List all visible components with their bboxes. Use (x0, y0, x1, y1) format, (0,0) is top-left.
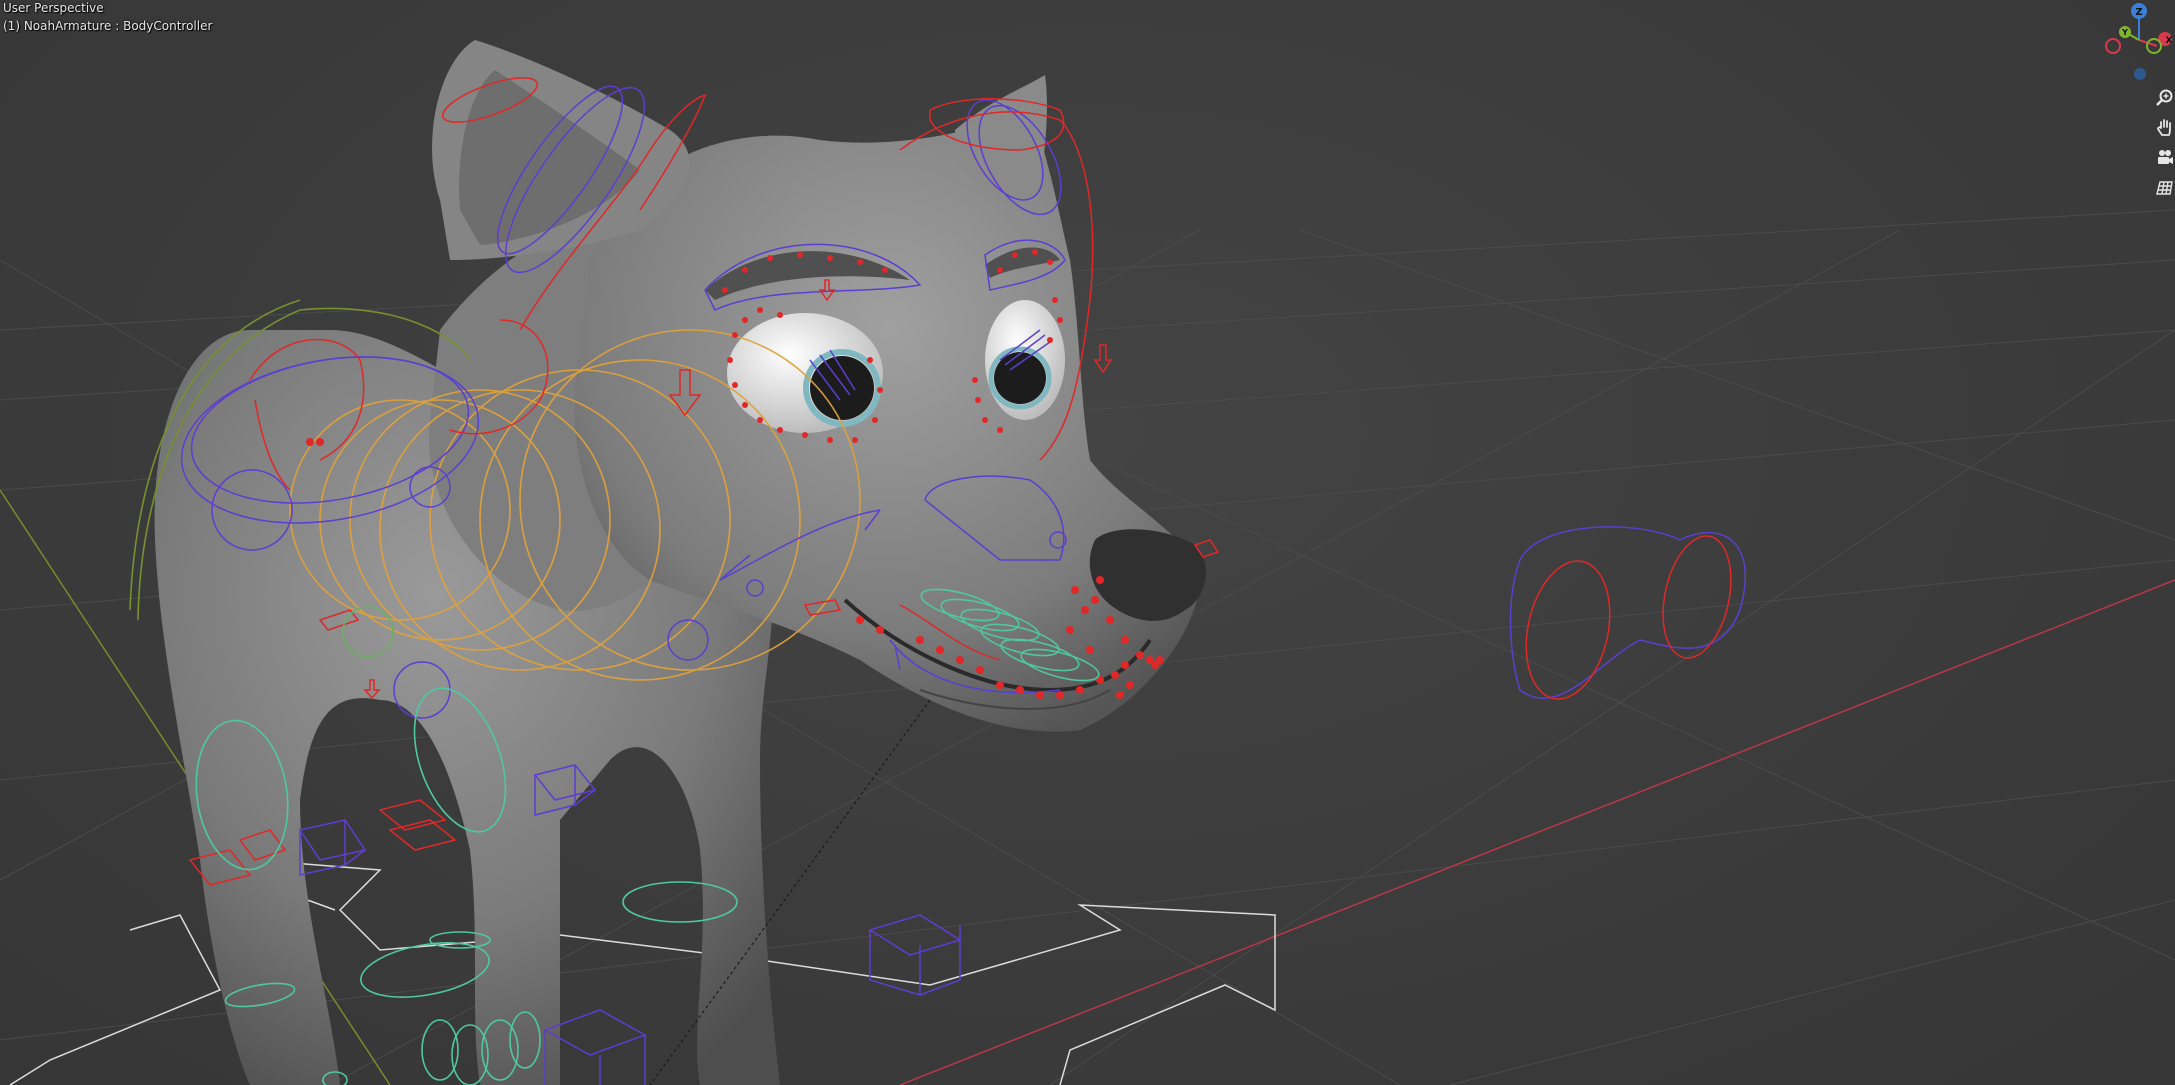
dog-model (154, 40, 1206, 1085)
3d-viewport[interactable]: User Perspective (1) NoahArmature : Body… (0, 0, 2175, 1085)
gizmo-z-label: Z (2135, 7, 2142, 18)
ortho-toggle-button[interactable] (2152, 175, 2175, 201)
gizmo-z-axis[interactable]: Z (2131, 3, 2147, 19)
active-object-label: (1) NoahArmature : BodyController (3, 19, 213, 33)
camera-view-button[interactable] (2152, 145, 2175, 171)
ortho-grid-icon (2156, 181, 2173, 195)
gizmo-y-axis[interactable]: Y (2119, 26, 2131, 38)
gizmo-neg-z[interactable] (2134, 68, 2146, 80)
gizmo-y-label: Y (2121, 28, 2128, 37)
zoom-icon (2156, 89, 2173, 106)
camera-icon (2158, 150, 2173, 164)
viewport-scene[interactable] (0, 0, 2175, 1085)
gizmo-neg-x[interactable] (2105, 38, 2121, 54)
gizmo-x-label: X (2166, 36, 2173, 46)
navigation-gizmo[interactable]: Z Y X (2097, 2, 2175, 92)
view-mode-label: User Perspective (3, 1, 104, 15)
pan-hand-icon (2157, 119, 2171, 136)
root-arrows (9, 859, 1276, 1085)
pan-button[interactable] (2152, 115, 2175, 141)
zoom-button[interactable] (2152, 85, 2175, 111)
